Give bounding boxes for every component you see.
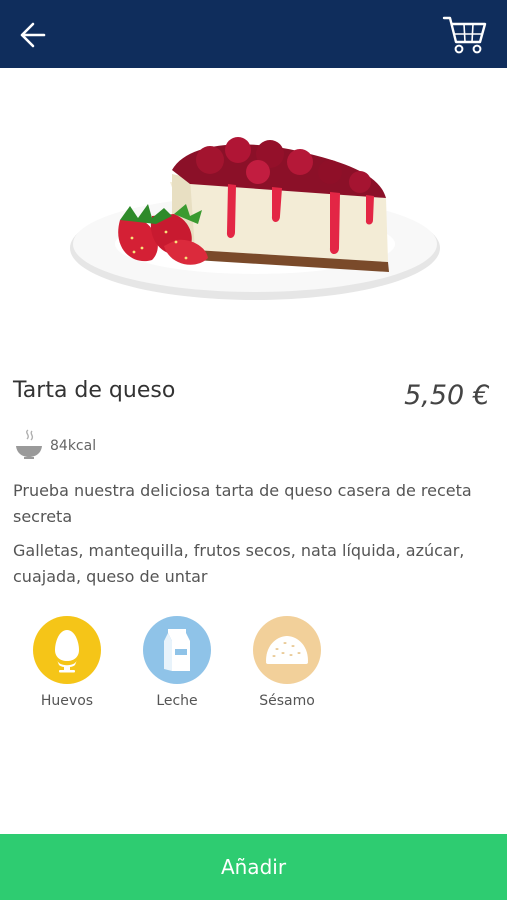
cart-icon bbox=[442, 16, 487, 54]
milk-carton-icon bbox=[164, 629, 190, 671]
allergen-sesamo: Sésamo bbox=[237, 616, 337, 709]
allergen-badge bbox=[143, 616, 211, 684]
egg-icon bbox=[55, 630, 79, 673]
allergen-badge bbox=[33, 616, 101, 684]
allergen-huevos: Huevos bbox=[17, 616, 117, 709]
allergen-leche: Leche bbox=[127, 616, 227, 709]
arrow-left-icon bbox=[20, 22, 46, 48]
allergen-label: Sésamo bbox=[259, 693, 315, 709]
product-description: Prueba nuestra deliciosa tarta de queso … bbox=[13, 481, 472, 526]
calories-value: 84kcal bbox=[50, 438, 97, 454]
back-button[interactable] bbox=[14, 18, 54, 52]
sesame-bun-icon bbox=[266, 636, 308, 664]
allergen-label: Leche bbox=[156, 693, 198, 709]
product-title: Tarta de queso bbox=[13, 378, 176, 403]
allergen-label: Huevos bbox=[40, 693, 94, 709]
product-image bbox=[60, 120, 450, 320]
add-to-cart-button[interactable]: Añadir bbox=[0, 834, 507, 900]
cart-button[interactable] bbox=[440, 12, 490, 56]
steaming-bowl-icon bbox=[16, 429, 42, 459]
product-ingredients: Galletas, mantequilla, frutos secos, nat… bbox=[13, 541, 465, 586]
allergen-badge bbox=[253, 616, 321, 684]
product-price: 5,50 € bbox=[404, 380, 490, 411]
top-bar bbox=[0, 0, 507, 68]
